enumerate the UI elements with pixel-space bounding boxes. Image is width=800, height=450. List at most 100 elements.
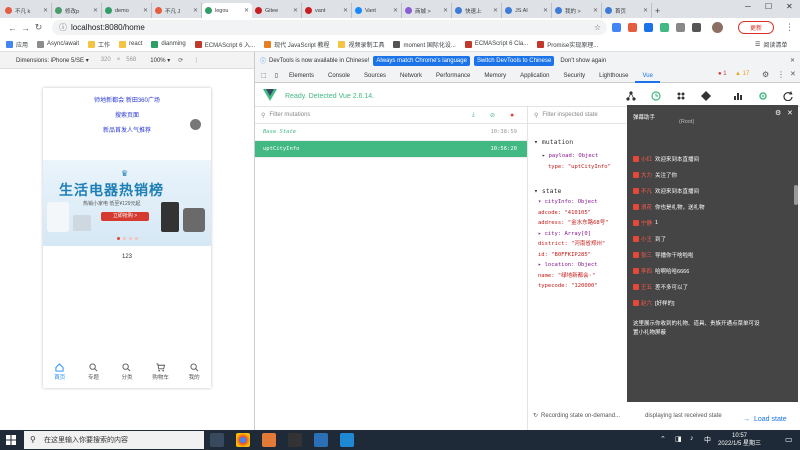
forward-icon[interactable]: → bbox=[19, 23, 32, 33]
bookmark-item[interactable]: Async/await bbox=[37, 40, 79, 48]
browser-tab[interactable]: Gitee ✕ bbox=[252, 3, 302, 18]
app-icon[interactable] bbox=[262, 433, 276, 447]
notification-icon[interactable]: ▭ bbox=[785, 435, 793, 444]
location-link[interactable]: 师地新都会 新田360广场 bbox=[43, 95, 211, 104]
bookmark-item[interactable]: react bbox=[119, 40, 142, 48]
devtools-tab-memory[interactable]: Memory bbox=[477, 69, 513, 83]
avatar[interactable] bbox=[712, 22, 723, 33]
refresh-icon[interactable] bbox=[783, 91, 793, 101]
close-tab-icon[interactable]: ✕ bbox=[193, 7, 198, 14]
task-view-icon[interactable] bbox=[210, 433, 224, 447]
browser-tab[interactable]: 不凡 J ✕ bbox=[152, 3, 202, 18]
match-language-button[interactable]: Always match Chrome's language bbox=[373, 55, 470, 66]
close-tab-icon[interactable]: ✕ bbox=[543, 7, 548, 14]
close-tab-icon[interactable]: ✕ bbox=[43, 7, 48, 14]
scrollbar[interactable] bbox=[794, 185, 798, 205]
close-devtools-icon[interactable]: ✕ bbox=[790, 70, 796, 78]
mutation-row[interactable]: Base State 10:38:59 bbox=[255, 124, 527, 141]
zoom-select[interactable]: 100% ▾ bbox=[150, 57, 170, 64]
devtools-tab-vue[interactable]: Vue bbox=[635, 69, 660, 83]
close-tab-icon[interactable]: ✕ bbox=[93, 7, 98, 14]
vue-extension-icon[interactable] bbox=[660, 23, 669, 32]
carousel-dot[interactable] bbox=[135, 237, 138, 240]
performance-icon[interactable] bbox=[733, 91, 743, 101]
bookmark-item[interactable]: 工作 bbox=[88, 40, 110, 49]
taskbar-clock[interactable]: 10:57 2022/1/5 星期三 bbox=[718, 432, 761, 448]
extension-icon[interactable] bbox=[644, 23, 653, 32]
settings-icon[interactable]: ⚙ bbox=[762, 70, 769, 79]
phone-tab-item[interactable]: 首页 bbox=[43, 360, 77, 388]
chat-username[interactable]: 王五 bbox=[641, 283, 652, 291]
browser-tab[interactable]: demo ✕ bbox=[102, 3, 152, 18]
more-icon[interactable]: ⋮ bbox=[193, 57, 199, 64]
puzzle-icon[interactable] bbox=[692, 23, 701, 32]
components-icon[interactable] bbox=[626, 91, 636, 101]
browser-tab[interactable]: 我的 > ✕ bbox=[552, 3, 602, 18]
phone-tab-item[interactable]: 我的 bbox=[177, 360, 211, 388]
powershell-icon[interactable] bbox=[314, 433, 328, 447]
back-icon[interactable]: ← bbox=[6, 23, 19, 33]
mutation-row-selected[interactable]: uptCityInfo 10:56:20 bbox=[255, 141, 527, 158]
vuex-history-icon[interactable] bbox=[651, 91, 661, 101]
browser-tab[interactable]: legou ✕ bbox=[202, 3, 252, 18]
search-page-link[interactable]: 搜索页面 bbox=[43, 110, 211, 119]
device-toggle-icon[interactable]: ▯ bbox=[271, 69, 282, 83]
state-property[interactable]: ▾ cityInfo: Object bbox=[538, 197, 598, 208]
chat-username[interactable]: 大力 bbox=[641, 171, 652, 179]
network-icon[interactable]: ◨ bbox=[675, 435, 682, 443]
windows-start-icon[interactable] bbox=[6, 435, 16, 445]
reading-list[interactable]: ☰ 阅读清单 bbox=[755, 40, 787, 49]
promo-banner[interactable]: ♛ 生活电器热销榜 热销小家电 低至¥129元起 立即抢购 > bbox=[43, 160, 211, 246]
browser-tab[interactable]: 修改p ✕ bbox=[52, 3, 102, 18]
commit-all-icon[interactable]: ⤓ bbox=[472, 112, 475, 119]
routing-icon[interactable] bbox=[701, 91, 711, 101]
chat-username[interactable]: 赵六 bbox=[641, 299, 652, 307]
close-tab-icon[interactable]: ✕ bbox=[443, 7, 448, 14]
new-products-link[interactable]: 新品首发人气推荐 bbox=[43, 125, 211, 134]
chat-username[interactable]: 李四 bbox=[641, 267, 652, 275]
devtools-tab-network[interactable]: Network bbox=[393, 69, 429, 83]
update-button[interactable]: 更新 bbox=[738, 21, 774, 34]
browser-tab[interactable]: vant ✕ bbox=[302, 3, 352, 18]
close-tab-icon[interactable]: ✕ bbox=[343, 7, 348, 14]
bookmark-item[interactable]: ECMAScript 6 Cla... bbox=[464, 40, 528, 48]
phone-tab-item[interactable]: 购物车 bbox=[144, 360, 178, 388]
bookmark-item[interactable]: ECMAScript 6 入... bbox=[194, 40, 255, 49]
browser-tab[interactable]: 商城 > ✕ bbox=[402, 3, 452, 18]
vscode-icon[interactable] bbox=[340, 433, 354, 447]
state-filter[interactable]: ⚲ Filter inspected state bbox=[528, 107, 628, 124]
bookmark-item[interactable]: 现代 JavaScript 教程 bbox=[264, 40, 329, 49]
close-tab-icon[interactable]: ✕ bbox=[593, 7, 598, 14]
more-icon[interactable]: ⋮ bbox=[777, 70, 785, 79]
browser-tab[interactable]: JS AI ✕ bbox=[502, 3, 552, 18]
close-tab-icon[interactable]: ✕ bbox=[643, 7, 648, 14]
rotate-icon[interactable]: ⟳ bbox=[178, 57, 183, 64]
bookmark-item[interactable]: moment 国际化设... bbox=[393, 40, 456, 49]
bookmark-item[interactable]: 视频录制工具 bbox=[338, 40, 384, 49]
new-tab-button[interactable]: + bbox=[652, 3, 668, 18]
browser-tab[interactable]: 首页 ✕ bbox=[602, 3, 652, 18]
close-icon[interactable]: ✕ bbox=[790, 57, 795, 64]
ime-indicator[interactable]: 中 bbox=[704, 435, 711, 445]
volume-icon[interactable]: ♪ bbox=[690, 435, 694, 442]
chat-username[interactable]: 不凡 bbox=[641, 187, 652, 195]
inspect-icon[interactable]: ⬚ bbox=[257, 69, 271, 83]
load-state-button[interactable]: → Load state bbox=[743, 416, 787, 423]
banner-cta-button[interactable]: 立即抢购 > bbox=[101, 212, 149, 221]
chat-username[interactable]: 张三 bbox=[641, 251, 652, 259]
state-property[interactable]: ▸ location: Object bbox=[538, 260, 598, 271]
bookmark-item[interactable]: 应用 bbox=[6, 40, 28, 49]
close-tab-icon[interactable]: ✕ bbox=[143, 7, 148, 14]
chat-username[interactable]: 宁静 bbox=[641, 219, 652, 227]
devtools-tab-application[interactable]: Application bbox=[513, 69, 556, 83]
address-bar[interactable]: ⓘ localhost:8080/home ☆ bbox=[52, 20, 607, 35]
close-tab-icon[interactable]: ✕ bbox=[244, 7, 249, 14]
close-icon[interactable]: ✕ bbox=[787, 109, 793, 117]
dont-show-button[interactable]: Don't show again bbox=[560, 58, 606, 64]
record-icon[interactable]: ● bbox=[510, 112, 514, 119]
carousel-dot[interactable] bbox=[123, 237, 126, 240]
chat-username[interactable]: 小王 bbox=[641, 235, 652, 243]
chrome-icon[interactable] bbox=[236, 433, 250, 447]
carousel-dot[interactable] bbox=[117, 237, 120, 240]
browser-tab[interactable]: Vant ✕ bbox=[352, 3, 402, 18]
